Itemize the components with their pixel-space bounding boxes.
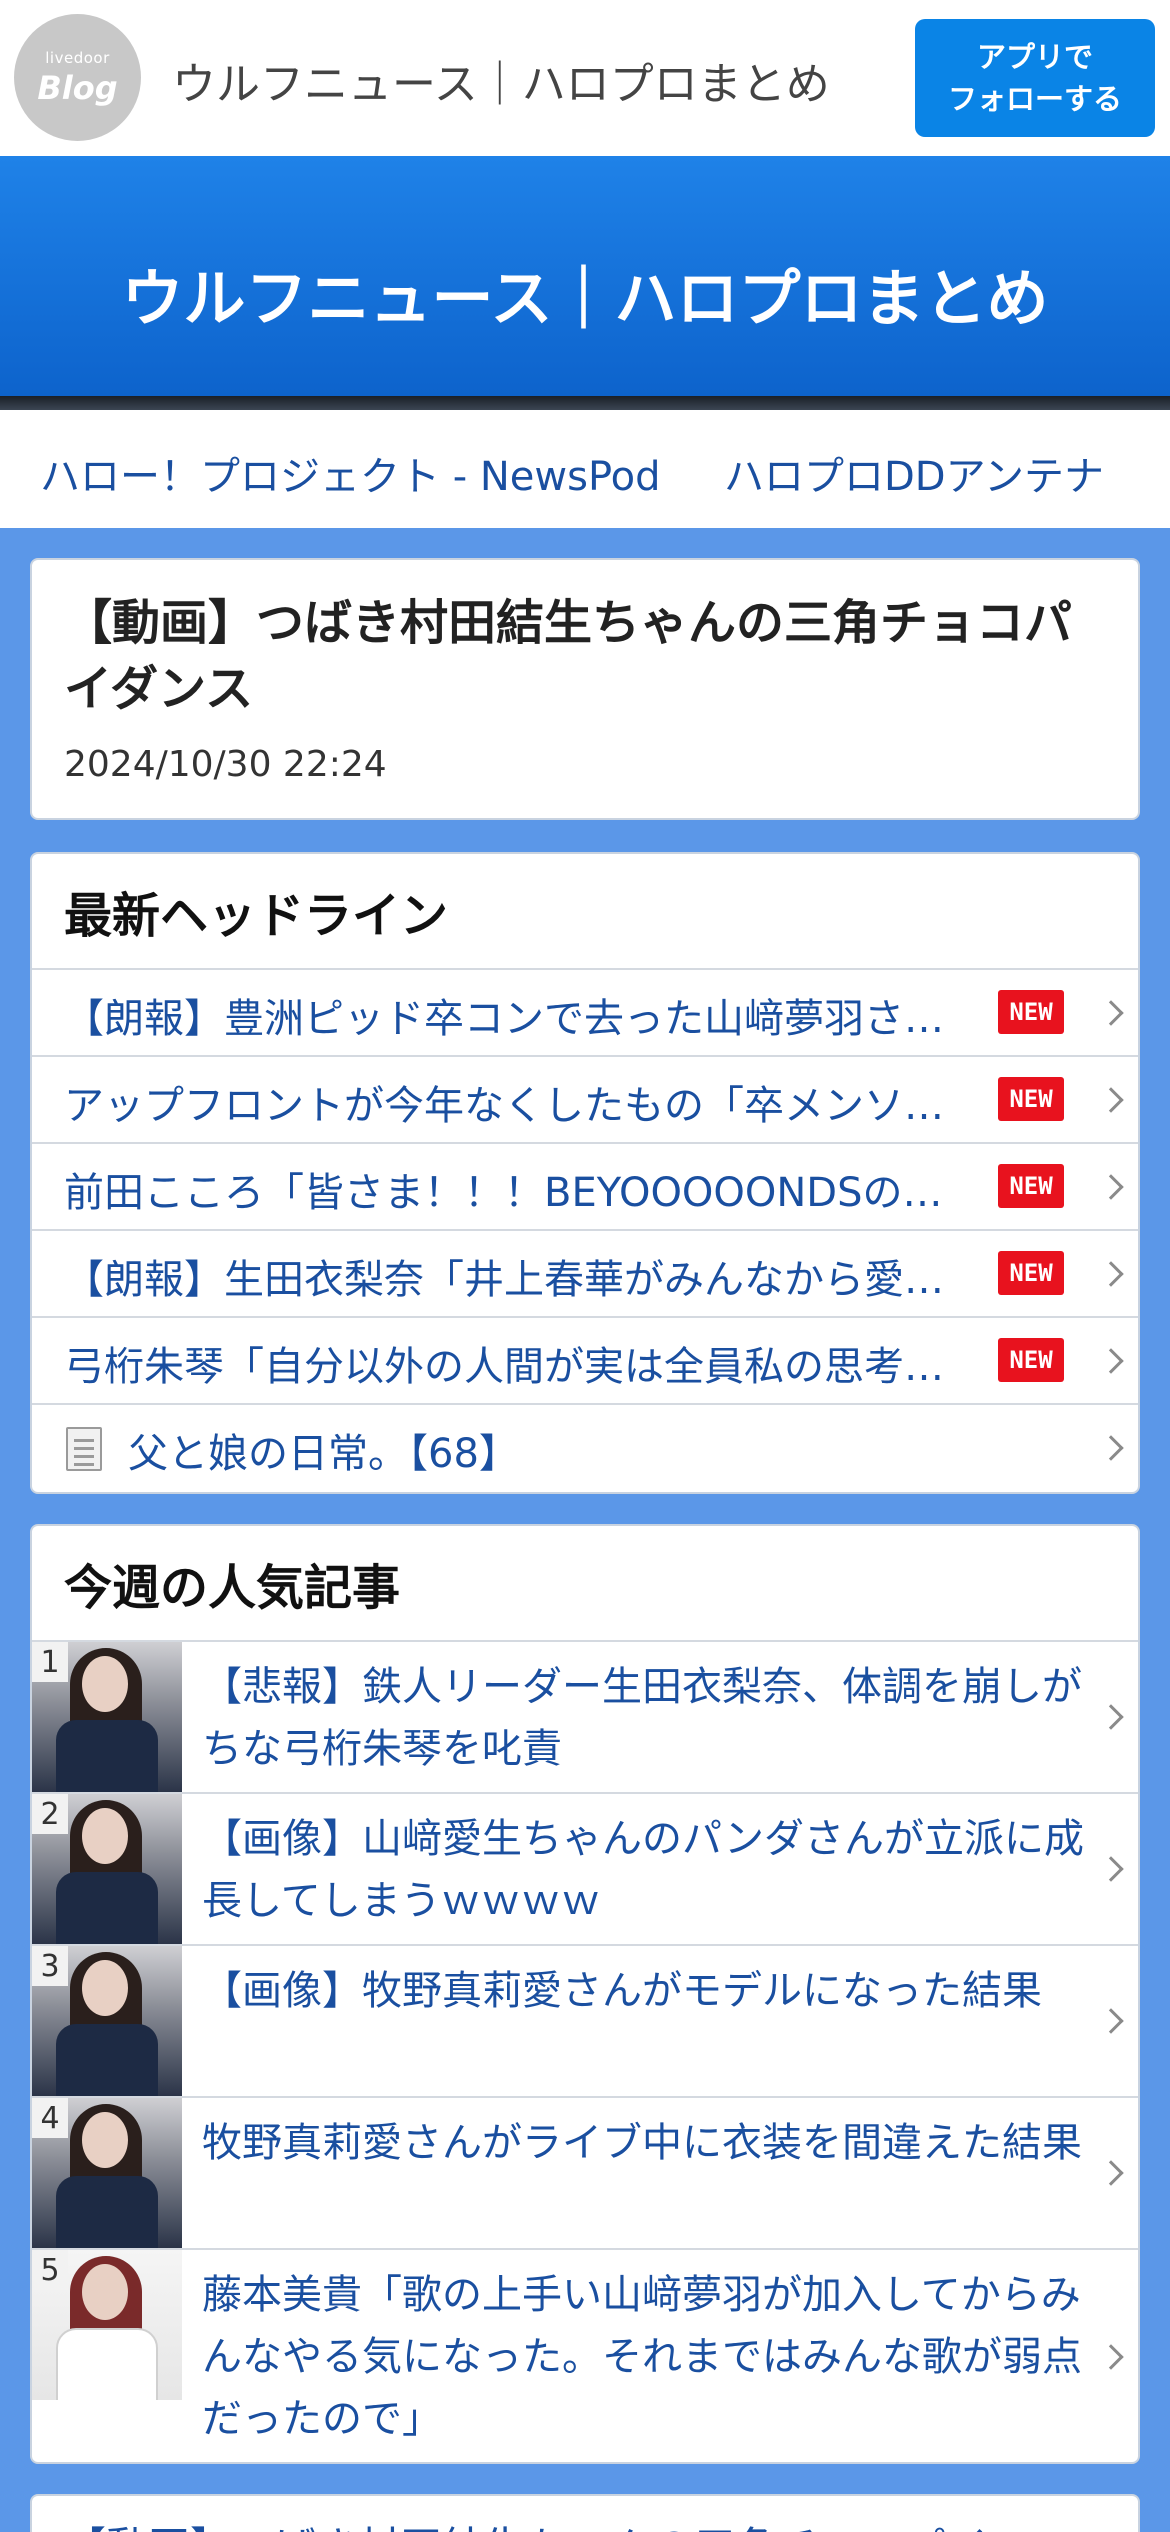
article-title[interactable]: 【動画】つばき村田結生ちゃんの三角チョコパイダンス	[64, 590, 1114, 722]
headline-item[interactable]: 【朗報】生田衣梨奈「井上春華がみんなから愛… NEW	[32, 1229, 1138, 1316]
headline-item[interactable]: アップフロントが今年なくしたもの「卒メンソ… NEW	[32, 1055, 1138, 1142]
livedoor-blog-logo[interactable]: livedoor Blog	[14, 14, 141, 141]
article-card: 【動画】つばき村田結生ちゃんの三角チョコパイダンス 2024/10/30 22:…	[30, 558, 1140, 820]
next-article-card[interactable]: 【動画】つばき村田結生ちゃんの三角チョコパイ	[30, 2494, 1140, 2532]
banner-divider	[0, 396, 1170, 410]
follow-button-line1: アプリで	[976, 40, 1093, 74]
headline-item[interactable]: 父と娘の日常。【68】	[32, 1403, 1138, 1490]
next-article-title: 【動画】つばき村田結生ちゃんの三角チョコパイ	[64, 2514, 988, 2532]
headline-text: 父と娘の日常。【68】	[128, 1431, 519, 1477]
headline-text: 弓桁朱琴「自分以外の人間が実は全員私の思考…	[64, 1344, 944, 1390]
chevron-right-icon	[1098, 2344, 1124, 2370]
popular-item[interactable]: 2 【画像】山﨑愛生ちゃんのパンダさんが立派に成長してしまうｗｗｗｗ	[32, 1792, 1138, 1944]
antenna-links: ハロー！プロジェクト - NewsPod ハロプロDDアンテナ	[0, 410, 1170, 528]
chevron-right-icon	[1098, 1347, 1124, 1374]
popular-header: 今週の人気記事	[64, 1560, 401, 1616]
rank-number: 5	[32, 2250, 68, 2290]
chevron-right-icon	[1098, 1856, 1124, 1882]
rank-number: 2	[32, 1794, 68, 1834]
popular-item-text: 【悲報】鉄人リーダー生田衣梨奈、体調を崩しがちな弓桁朱琴を叱責	[202, 1664, 1082, 1772]
chevron-right-icon	[1098, 1434, 1124, 1461]
chevron-right-icon	[1098, 1173, 1124, 1200]
weekly-popular-panel: 今週の人気記事 1 【悲報】鉄人リーダー生田衣梨奈、体調を崩しがちな弓桁朱琴を叱…	[30, 1524, 1140, 2464]
new-badge: NEW	[998, 1164, 1064, 1208]
chevron-right-icon	[1098, 1086, 1124, 1113]
article-date: 2024/10/30 22:24	[64, 744, 387, 785]
rank-number: 3	[32, 1946, 68, 1986]
chevron-right-icon	[1098, 999, 1124, 1026]
popular-item[interactable]: 1 【悲報】鉄人リーダー生田衣梨奈、体調を崩しがちな弓桁朱琴を叱責	[32, 1640, 1138, 1792]
logo-big-text: Blog	[37, 68, 118, 107]
rank-number: 4	[32, 2098, 68, 2138]
chevron-right-icon	[1098, 2160, 1124, 2186]
headline-text: 【朗報】生田衣梨奈「井上春華がみんなから愛…	[64, 1257, 944, 1303]
rank-number: 1	[32, 1642, 68, 1682]
latest-headlines-panel: 最新ヘッドライン 【朗報】豊洲ピッド卒コンで去った山﨑夢羽さ… NEW アップフ…	[30, 852, 1140, 1494]
popular-item[interactable]: 5 藤本美貴「歌の上手い山﨑夢羽が加入してからみんなやる気になった。それまではみ…	[32, 2248, 1138, 2462]
link-dd-antenna[interactable]: ハロプロDDアンテナ	[724, 444, 1104, 502]
chevron-right-icon	[1098, 2008, 1124, 2034]
blog-header-banner[interactable]: ウルフニュース｜ハロプロまとめ	[0, 156, 1170, 396]
popular-item-text: 【画像】山﨑愛生ちゃんのパンダさんが立派に成長してしまうｗｗｗｗ	[202, 1816, 1084, 1924]
headline-text: 【朗報】豊洲ピッド卒コンで去った山﨑夢羽さ…	[64, 996, 944, 1042]
chevron-right-icon	[1098, 1704, 1124, 1730]
headlines-header: 最新ヘッドライン	[64, 888, 449, 944]
headline-text: 前田こころ「皆さま！！！BEYOOOOONDSの…	[64, 1170, 943, 1216]
popular-item[interactable]: 4 牧野真莉愛さんがライブ中に衣装を間違えた結果	[32, 2096, 1138, 2248]
popular-item-text: 藤本美貴「歌の上手い山﨑夢羽が加入してからみんなやる気になった。それまではみんな…	[202, 2272, 1082, 2442]
headline-item[interactable]: 【朗報】豊洲ピッド卒コンで去った山﨑夢羽さ… NEW	[32, 968, 1138, 1055]
popular-item-text: 牧野真莉愛さんがライブ中に衣装を間違えた結果	[202, 2120, 1082, 2166]
headline-text: アップフロントが今年なくしたもの「卒メンソ…	[64, 1083, 944, 1129]
chevron-right-icon	[1098, 1260, 1124, 1287]
new-badge: NEW	[998, 990, 1064, 1034]
new-badge: NEW	[998, 1251, 1064, 1295]
popular-item-text: 【画像】牧野真莉愛さんがモデルになった結果	[202, 1968, 1042, 2014]
headline-item[interactable]: 弓桁朱琴「自分以外の人間が実は全員私の思考… NEW	[32, 1316, 1138, 1403]
popular-item[interactable]: 3 【画像】牧野真莉愛さんがモデルになった結果	[32, 1944, 1138, 2096]
document-icon	[66, 1427, 102, 1471]
follow-button-line2: フォローする	[947, 82, 1122, 116]
follow-in-app-button[interactable]: アプリで フォローする	[915, 19, 1155, 137]
new-badge: NEW	[998, 1077, 1064, 1121]
logo-small-text: livedoor	[45, 48, 110, 67]
new-badge: NEW	[998, 1338, 1064, 1382]
top-bar: livedoor Blog ウルフニュース｜ハロプロまとめ アプリで フォローす…	[0, 0, 1170, 156]
link-newspod[interactable]: ハロー！プロジェクト - NewsPod	[40, 444, 661, 502]
headline-item[interactable]: 前田こころ「皆さま！！！BEYOOOOONDSの… NEW	[32, 1142, 1138, 1229]
blog-title[interactable]: ウルフニュース｜ハロプロまとめ	[0, 248, 1170, 338]
site-name[interactable]: ウルフニュース｜ハロプロまとめ	[172, 48, 830, 112]
